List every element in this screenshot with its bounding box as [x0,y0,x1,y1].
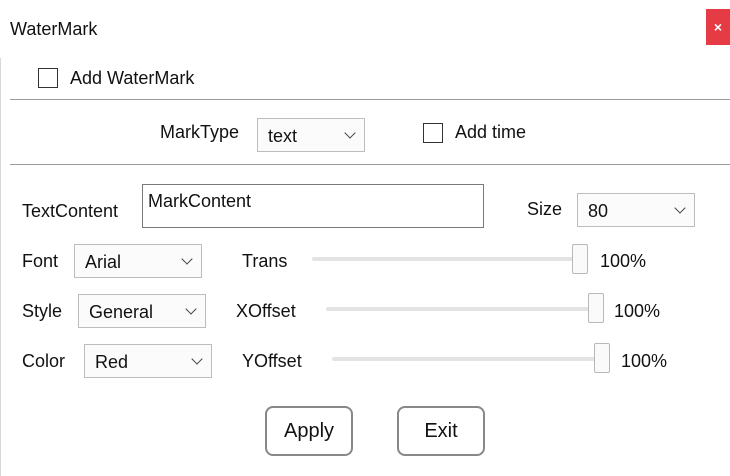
chevron-down-icon [191,353,203,365]
trans-label: Trans [242,251,288,271]
divider-middle [10,164,730,165]
chevron-down-icon [674,202,686,214]
style-value: General [89,302,154,322]
yoffset-label: YOffset [242,351,302,371]
exit-button[interactable]: Exit [397,406,485,456]
divider-top [10,99,730,100]
yoffset-slider-track[interactable] [332,357,602,361]
trans-value: 100% [600,251,647,271]
size-value: 80 [588,201,609,221]
apply-button[interactable]: Apply [265,406,353,456]
marktype-select[interactable]: text [257,118,365,152]
yoffset-slider-thumb[interactable] [594,343,610,373]
window-border [0,58,1,476]
xoffset-slider-track[interactable] [326,307,596,311]
xoffset-label: XOffset [236,301,296,321]
font-select[interactable]: Arial [74,244,202,278]
add-time-label[interactable]: Add time [455,122,526,143]
close-button[interactable]: × [706,9,730,45]
chevron-down-icon [181,253,193,265]
add-watermark-checkbox[interactable] [38,68,58,88]
marktype-value: text [268,126,298,146]
trans-slider-track[interactable] [312,257,580,261]
watermark-dialog: WaterMark × Add WaterMark MarkType text … [0,0,730,476]
size-select[interactable]: 80 [577,193,695,227]
add-time-checkbox[interactable] [423,123,443,143]
font-value: Arial [85,252,122,272]
size-label: Size [527,199,563,219]
yoffset-value: 100% [621,351,668,371]
close-icon: × [713,19,723,35]
font-label: Font [22,251,59,271]
textcontent-label: TextContent [22,201,119,221]
color-select[interactable]: Red [84,344,212,378]
color-value: Red [95,352,129,372]
style-label: Style [22,301,63,321]
add-watermark-label[interactable]: Add WaterMark [70,68,194,89]
chevron-down-icon [344,127,356,139]
trans-slider-thumb[interactable] [572,244,588,274]
xoffset-slider-thumb[interactable] [588,293,604,323]
chevron-down-icon [185,303,197,315]
marktype-label: MarkType [160,122,240,142]
title-bar: WaterMark × [0,0,730,58]
color-label: Color [22,351,66,371]
style-select[interactable]: General [78,294,206,328]
textcontent-input[interactable]: MarkContent [142,184,484,228]
window-title: WaterMark [10,19,98,39]
xoffset-value: 100% [614,301,661,321]
